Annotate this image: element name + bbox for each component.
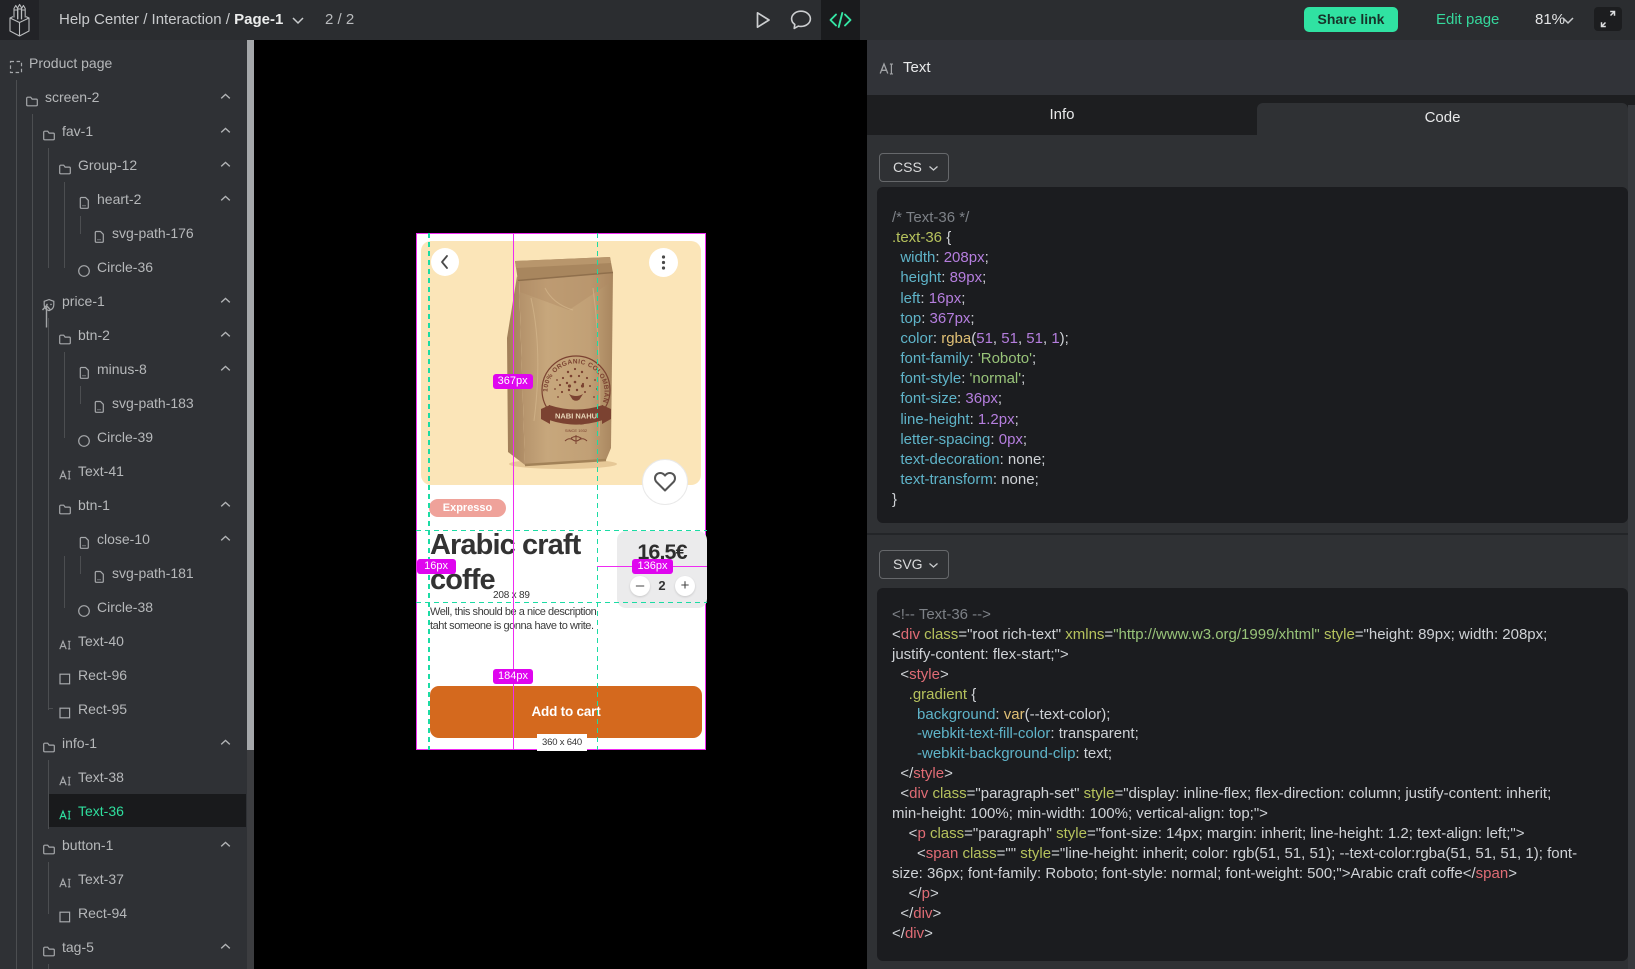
svg-text:NABI NAHU: NABI NAHU [555, 412, 597, 421]
svg-text:SINCE 1932: SINCE 1932 [565, 428, 588, 433]
